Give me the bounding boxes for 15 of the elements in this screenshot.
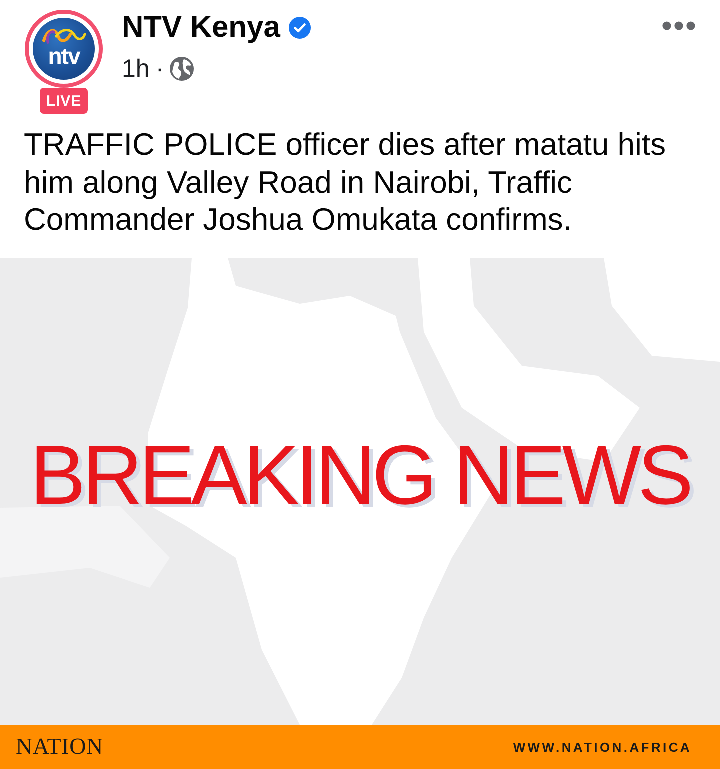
author-name[interactable]: NTV Kenya <box>122 10 280 46</box>
news-graphic[interactable]: BREAKING NEWS NATION WWW.NATION.AFRICA <box>0 258 720 769</box>
avatar-ring[interactable]: ntv <box>25 10 103 88</box>
headline-text: BREAKING NEWS <box>30 433 690 517</box>
live-badge: LIVE <box>40 88 88 114</box>
brand-text: NATION <box>16 734 104 760</box>
dots-icon <box>662 21 696 31</box>
post-text: TRAFFIC POLICE officer dies after matatu hits him along Valley Road in Nairobi, Traffic Commander Joshua Omukata confirms. <box>23 126 668 238</box>
separator-dot: · <box>156 54 164 84</box>
logo-text: ntv <box>48 45 80 67</box>
post-time[interactable]: 1h <box>122 54 150 84</box>
swirl-icon <box>42 27 86 44</box>
more-options-button[interactable] <box>662 20 696 32</box>
globe-icon <box>170 57 194 81</box>
website-url: WWW.NATION.AFRICA <box>513 740 692 754</box>
